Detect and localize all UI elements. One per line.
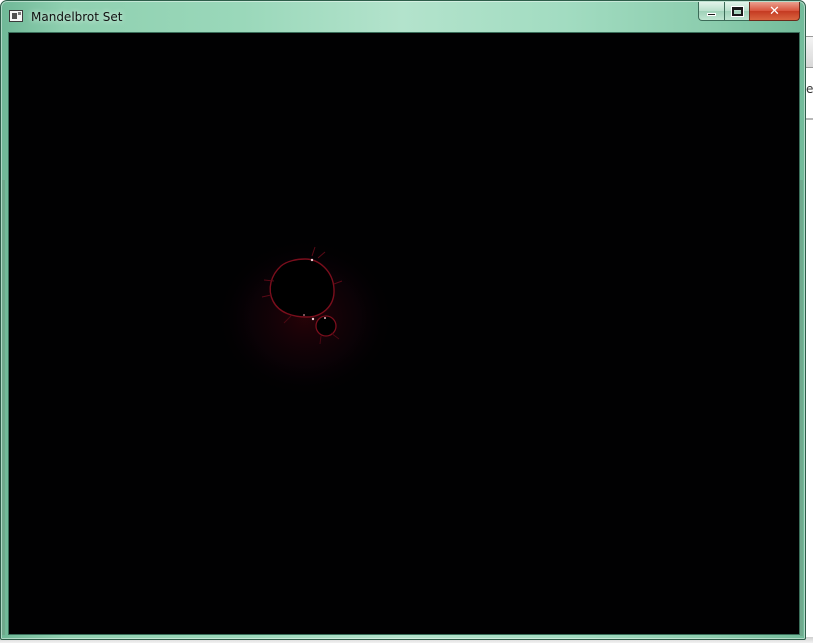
close-icon: ✕ [769, 3, 780, 19]
canvas-background [9, 33, 799, 634]
window-title: Mandelbrot Set [31, 10, 123, 24]
maximize-button[interactable] [724, 2, 749, 21]
minimize-icon [707, 12, 716, 16]
fractal-highlight [303, 314, 305, 316]
fractal-highlight [324, 317, 326, 319]
caption-buttons: ✕ [698, 2, 800, 21]
app-window-icon[interactable] [9, 10, 23, 22]
title-bar[interactable]: Mandelbrot Set ✕ [1, 1, 805, 32]
mandelbrot-bulb [315, 315, 337, 337]
window-right-border [800, 180, 803, 636]
mandelbrot-canvas[interactable] [8, 32, 800, 635]
mandelbrot-cardioid [269, 258, 335, 318]
window-left-border [2, 180, 5, 635]
fractal-highlight [311, 317, 315, 321]
fractal-highlight [310, 258, 314, 262]
close-button[interactable]: ✕ [749, 2, 800, 21]
maximize-icon [731, 6, 743, 16]
background-partial-text: e [806, 82, 813, 96]
fractal-render [9, 33, 799, 634]
minimize-button[interactable] [698, 2, 724, 21]
mandelbrot-window: Mandelbrot Set ✕ [0, 0, 806, 640]
